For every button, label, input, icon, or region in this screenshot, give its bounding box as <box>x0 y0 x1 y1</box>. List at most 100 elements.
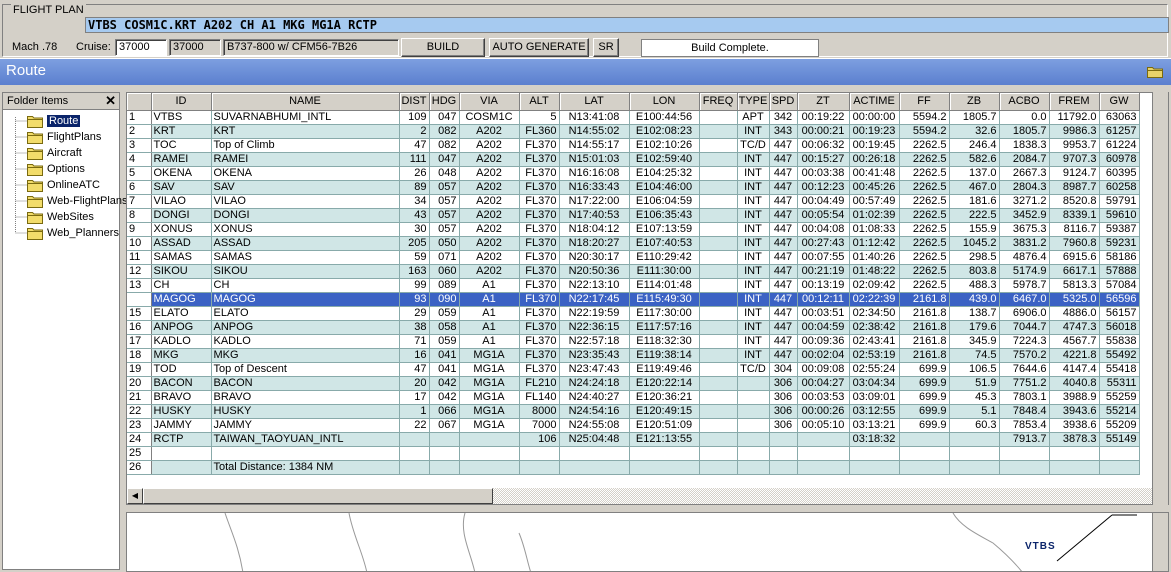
cell-hdg[interactable]: 059 <box>429 334 460 349</box>
cell-frem[interactable]: 4747.3 <box>1049 320 1100 335</box>
cell-freq[interactable] <box>699 236 738 251</box>
vertical-scrollbar[interactable] <box>1152 92 1168 505</box>
cell-freq[interactable] <box>699 278 738 293</box>
cell-frem[interactable] <box>1049 460 1100 475</box>
cell-lat[interactable]: N23:35:43 <box>559 348 630 363</box>
table-row[interactable]: 24 RCTP TAIWAN_TAOYUAN_INTL 106 N25:04:48 E12… <box>127 432 1140 447</box>
cell-ff[interactable] <box>899 460 950 475</box>
cell-name[interactable]: SAV <box>211 180 400 195</box>
cell-frem[interactable]: 9707.3 <box>1049 152 1100 167</box>
cell-id[interactable]: KRT <box>151 124 212 139</box>
cell-zt[interactable]: 00:00:26 <box>797 404 850 419</box>
cell-type[interactable]: INT <box>737 180 770 195</box>
cell-name[interactable]: Total Distance: 1384 NM <box>211 460 400 475</box>
cell-row-number[interactable]: 17 <box>127 334 152 349</box>
cell-zt[interactable]: 00:04:27 <box>797 376 850 391</box>
scroll-left-icon[interactable]: ◀ <box>127 488 143 504</box>
cell-dist[interactable]: 59 <box>399 250 430 265</box>
table-row[interactable]: 5 OKENA OKENA 26 048 A202 FL370 N16:16:08 E104:2… <box>127 166 1140 181</box>
cell-freq[interactable] <box>699 460 738 475</box>
cell-freq[interactable] <box>699 166 738 181</box>
cell-alt[interactable]: 5 <box>519 110 560 125</box>
cell-alt[interactable] <box>519 460 560 475</box>
cell-id[interactable]: RCTP <box>151 432 212 447</box>
cell-type[interactable]: INT <box>737 320 770 335</box>
cell-gw[interactable]: 55838 <box>1099 334 1140 349</box>
cell-spd[interactable]: 342 <box>769 110 798 125</box>
cell-id[interactable]: XONUS <box>151 222 212 237</box>
cell-alt[interactable]: FL370 <box>519 334 560 349</box>
cell-via[interactable]: A202 <box>459 250 520 265</box>
cell-type[interactable]: INT <box>737 222 770 237</box>
cell-lat[interactable]: N20:50:36 <box>559 264 630 279</box>
cell-actime[interactable]: 03:13:21 <box>849 418 900 433</box>
cell-lon[interactable] <box>629 446 700 461</box>
folder-item-route[interactable]: Route <box>27 113 81 129</box>
cell-zt[interactable]: 00:13:19 <box>797 278 850 293</box>
cell-via[interactable]: MG1A <box>459 418 520 433</box>
cell-acbo[interactable]: 4876.4 <box>999 250 1050 265</box>
folder-item-aircraft[interactable]: Aircraft <box>27 145 82 161</box>
cell-ff[interactable] <box>899 446 950 461</box>
cell-via[interactable]: MG1A <box>459 376 520 391</box>
cell-spd[interactable]: 306 <box>769 418 798 433</box>
column-header-actime[interactable]: ACTIME <box>849 93 900 111</box>
cell-alt[interactable]: FL370 <box>519 250 560 265</box>
cell-name[interactable]: TAIWAN_TAOYUAN_INTL <box>211 432 400 447</box>
cell-zb[interactable]: 803.8 <box>949 264 1000 279</box>
cell-alt[interactable]: FL210 <box>519 376 560 391</box>
cell-via[interactable]: MG1A <box>459 362 520 377</box>
cell-alt[interactable]: FL370 <box>519 348 560 363</box>
cell-spd[interactable]: 304 <box>769 362 798 377</box>
column-header-id[interactable]: ID <box>151 93 212 111</box>
cell-spd[interactable]: 447 <box>769 180 798 195</box>
cell-lat[interactable] <box>559 460 630 475</box>
table-row[interactable]: 20 BACON BACON 20 042 MG1A FL210 N24:24:18 E120:… <box>127 376 1140 391</box>
cell-via[interactable]: A1 <box>459 306 520 321</box>
cell-type[interactable]: APT <box>737 110 770 125</box>
column-header-spd[interactable]: SPD <box>769 93 798 111</box>
scroll-thumb[interactable] <box>143 488 493 504</box>
cell-row-number[interactable]: 13 <box>127 278 152 293</box>
cell-actime[interactable]: 00:00:00 <box>849 110 900 125</box>
table-row[interactable]: 25 <box>127 446 1140 461</box>
cell-zb[interactable] <box>949 460 1000 475</box>
table-row[interactable]: 17 KADLO KADLO 71 059 A1 FL370 N22:57:18 E118:32… <box>127 334 1140 349</box>
cell-row-number[interactable]: 16 <box>127 320 152 335</box>
cell-via[interactable]: A202 <box>459 236 520 251</box>
cell-zb[interactable]: 60.3 <box>949 418 1000 433</box>
cell-actime[interactable]: 00:19:45 <box>849 138 900 153</box>
cell-gw[interactable]: 55149 <box>1099 432 1140 447</box>
cell-actime[interactable] <box>849 460 900 475</box>
cell-lon[interactable]: E107:13:59 <box>629 222 700 237</box>
cell-zb[interactable]: 1805.7 <box>949 110 1000 125</box>
cell-type[interactable]: INT <box>737 124 770 139</box>
cell-type[interactable]: INT <box>737 348 770 363</box>
cell-zb[interactable]: 32.6 <box>949 124 1000 139</box>
cell-freq[interactable] <box>699 110 738 125</box>
cell-dist[interactable]: 47 <box>399 138 430 153</box>
cell-name[interactable]: SUVARNABHUMI_INTL <box>211 110 400 125</box>
column-header-dist[interactable]: DIST <box>399 93 430 111</box>
cell-actime[interactable]: 03:09:01 <box>849 390 900 405</box>
horizontal-scrollbar[interactable]: ◀ ▶ <box>127 488 1168 504</box>
cell-hdg[interactable]: 082 <box>429 138 460 153</box>
cell-ff[interactable]: 2161.8 <box>899 334 950 349</box>
cell-zb[interactable]: 582.6 <box>949 152 1000 167</box>
cell-lon[interactable]: E120:49:15 <box>629 404 700 419</box>
column-header-zt[interactable]: ZT <box>797 93 850 111</box>
cell-type[interactable] <box>737 390 770 405</box>
cell-type[interactable]: INT <box>737 292 770 307</box>
cell-hdg[interactable]: 041 <box>429 348 460 363</box>
cell-actime[interactable]: 01:48:22 <box>849 264 900 279</box>
cell-lon[interactable]: E104:25:32 <box>629 166 700 181</box>
cell-acbo[interactable]: 7848.4 <box>999 404 1050 419</box>
cell-frem[interactable] <box>1049 446 1100 461</box>
cell-via[interactable]: MG1A <box>459 404 520 419</box>
cell-name[interactable]: HUSKY <box>211 404 400 419</box>
cell-zt[interactable]: 00:21:19 <box>797 264 850 279</box>
cell-name[interactable]: Top of Descent <box>211 362 400 377</box>
cell-acbo[interactable]: 0.0 <box>999 110 1050 125</box>
cell-dist[interactable]: 29 <box>399 306 430 321</box>
cell-alt[interactable]: FL370 <box>519 278 560 293</box>
